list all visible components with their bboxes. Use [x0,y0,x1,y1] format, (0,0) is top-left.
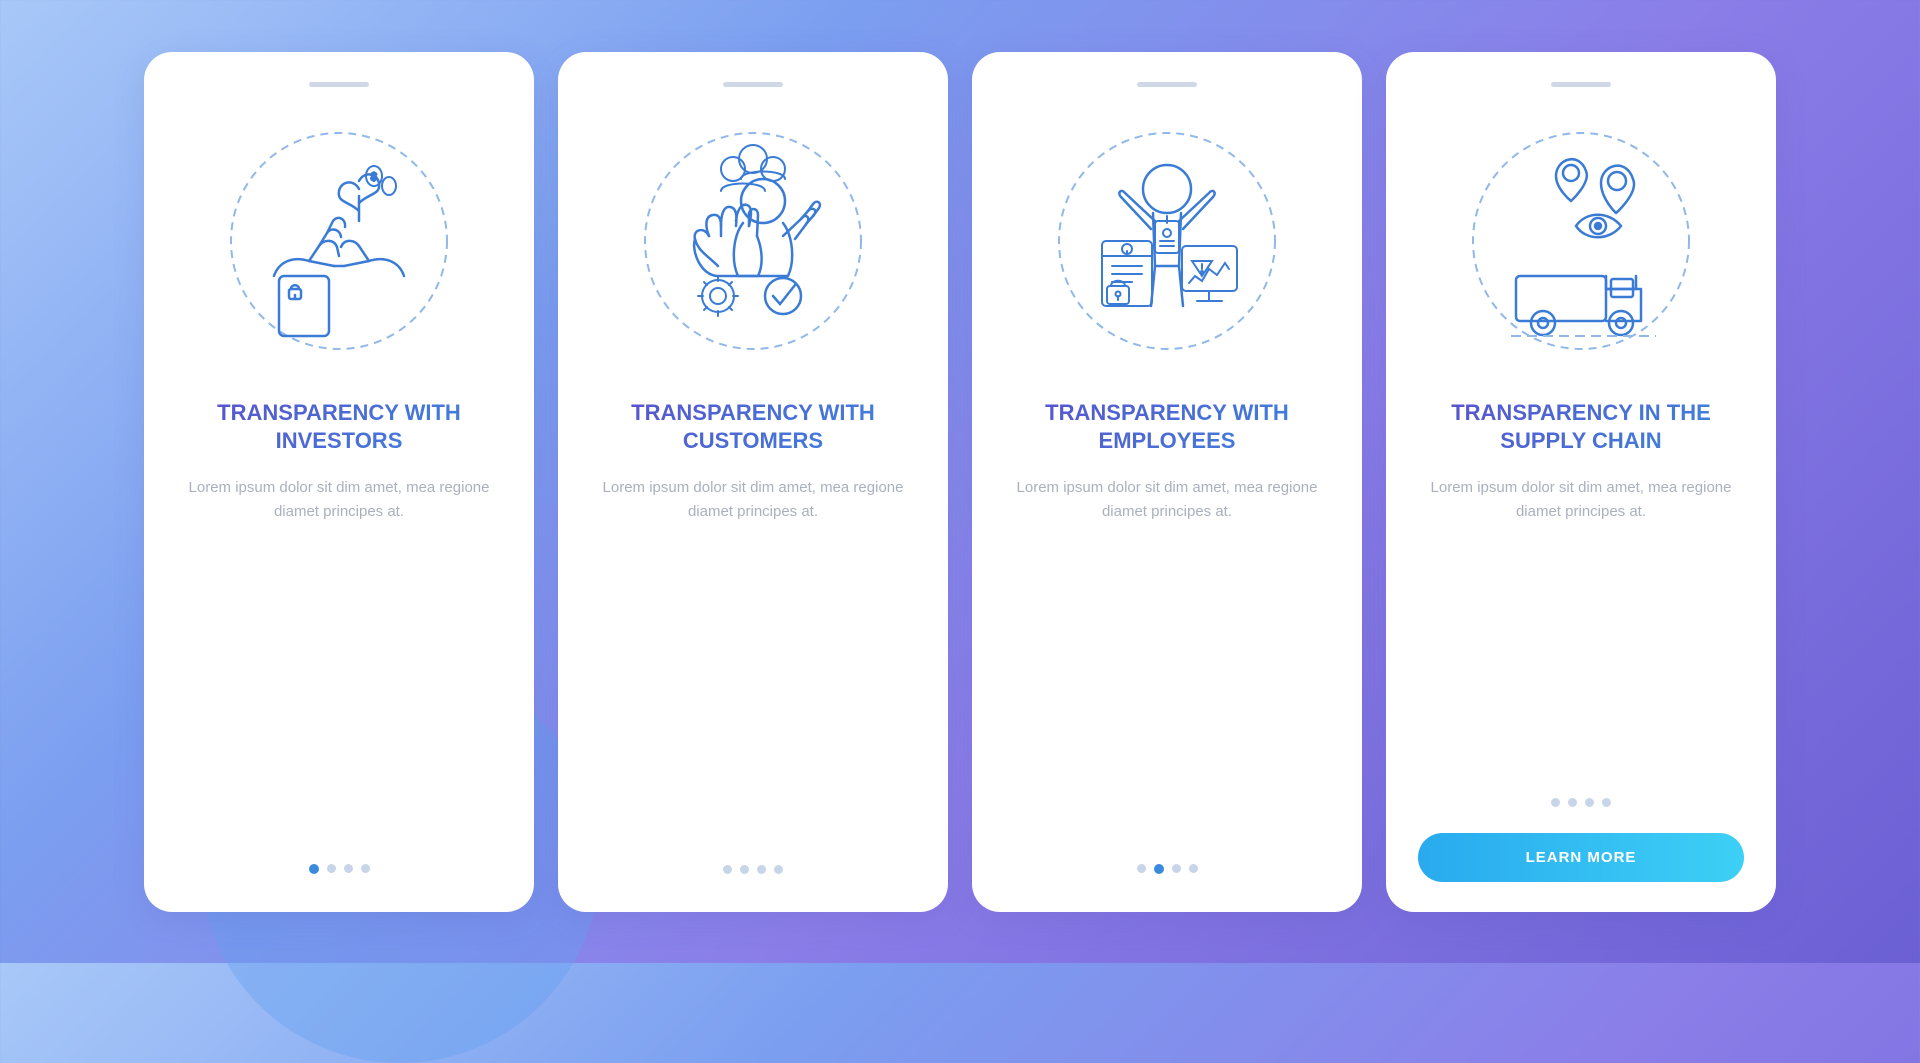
illustration-customers [623,111,883,371]
card-body-customers: Lorem ipsum dolor sit dim amet, mea regi… [590,476,916,524]
card-handle [723,82,783,87]
dot-2[interactable] [1568,798,1577,807]
illustration-supply-chain [1451,111,1711,371]
learn-more-button[interactable]: LEARN MORE [1418,833,1744,882]
card-handle [1551,82,1611,87]
card-title-investors: TRANSPARENCY WITH INVESTORS [176,399,502,456]
dots-employees [1137,864,1198,874]
card-body-supply-chain: Lorem ipsum dolor sit dim amet, mea regi… [1418,476,1744,524]
dot-3[interactable] [1172,864,1181,873]
dot-1[interactable] [723,865,732,874]
dots-investors [309,864,370,874]
cards-container: $ TRANSPARENCY WITH INVESTORS Lorem ipsu… [104,12,1816,952]
dot-4[interactable] [1189,864,1198,873]
card-title-supply-chain: TRANSPARENCY IN THE SUPPLY CHAIN [1418,399,1744,456]
card-title-customers: TRANSPARENCY WITH CUSTOMERS [590,399,916,456]
card-body-employees: Lorem ipsum dolor sit dim amet, mea regi… [1004,476,1330,524]
dot-3[interactable] [757,865,766,874]
dot-3[interactable] [344,864,353,873]
card-investors: $ TRANSPARENCY WITH INVESTORS Lorem ipsu… [144,52,534,912]
illustration-investors: $ [209,111,469,371]
dot-1[interactable] [309,864,319,874]
card-body-investors: Lorem ipsum dolor sit dim amet, mea regi… [176,476,502,524]
svg-text:$: $ [371,172,377,183]
card-customers: TRANSPARENCY WITH CUSTOMERS Lorem ipsum … [558,52,948,912]
dot-4[interactable] [1602,798,1611,807]
card-handle [309,82,369,87]
dot-4[interactable] [361,864,370,873]
dots-supply-chain [1551,798,1611,807]
dot-3[interactable] [1585,798,1594,807]
card-employees: TRANSPARENCY WITH EMPLOYEES Lorem ipsum … [972,52,1362,912]
dot-2[interactable] [740,865,749,874]
card-handle [1137,82,1197,87]
dot-1[interactable] [1551,798,1560,807]
dot-2[interactable] [1154,864,1164,874]
dots-customers [723,865,783,874]
illustration-employees [1037,111,1297,371]
dot-4[interactable] [774,865,783,874]
card-title-employees: TRANSPARENCY WITH EMPLOYEES [1004,399,1330,456]
dot-1[interactable] [1137,864,1146,873]
card-supply-chain: TRANSPARENCY IN THE SUPPLY CHAIN Lorem i… [1386,52,1776,912]
dot-2[interactable] [327,864,336,873]
